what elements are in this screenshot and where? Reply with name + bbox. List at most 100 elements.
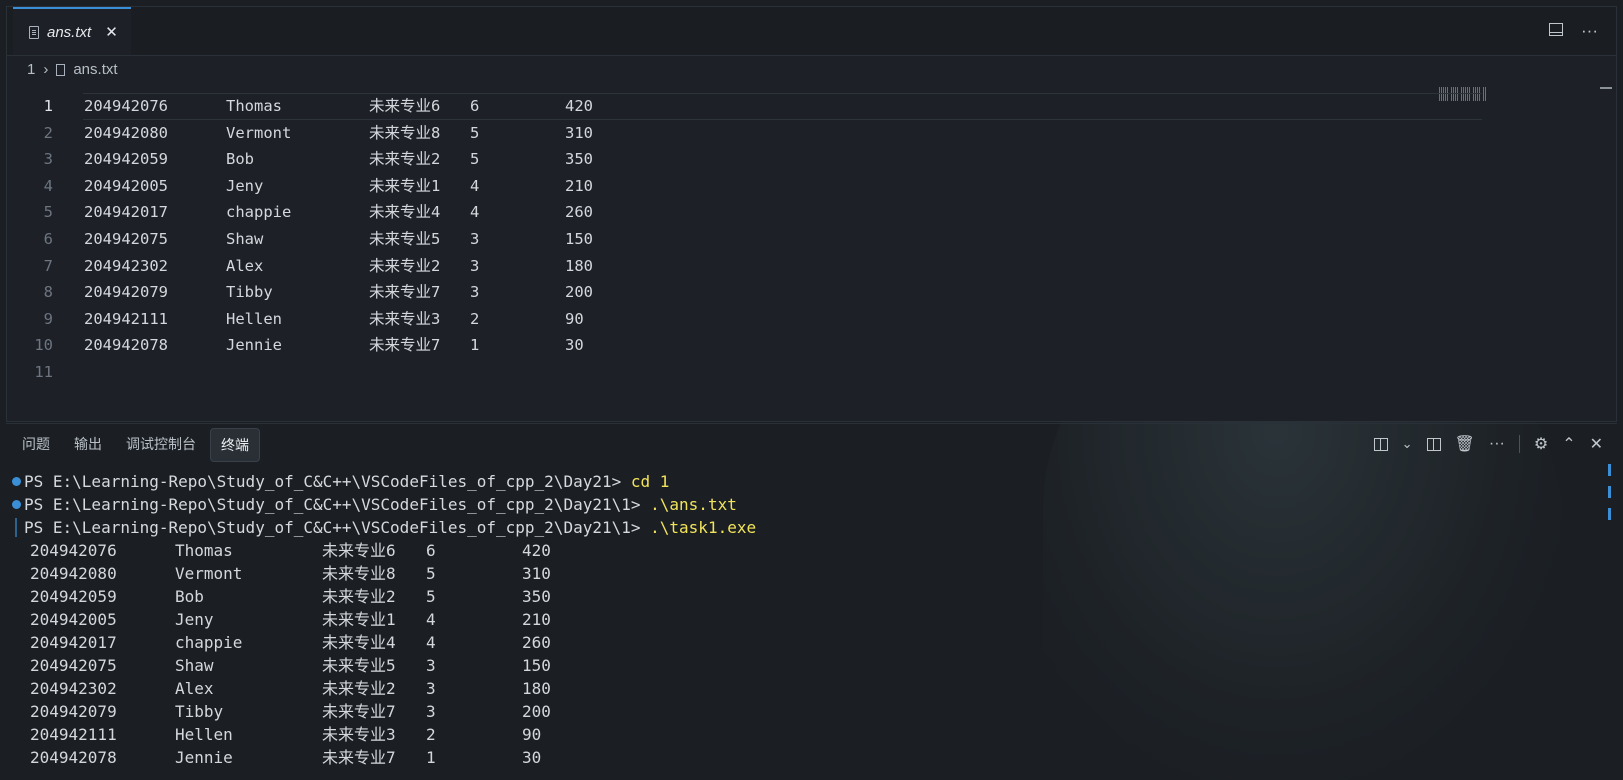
student-name: Bob <box>175 587 204 606</box>
student-name: Hellen <box>175 725 233 744</box>
student-name: Shaw <box>175 656 214 675</box>
terminal-output-line: 204942079 Tibby 未来专业7 3 200 <box>6 700 1617 723</box>
student-name: Jennie <box>175 748 233 767</box>
score-value: 260 <box>522 633 551 652</box>
student-name: Alex <box>175 679 214 698</box>
student-id: 204942080 <box>84 123 168 142</box>
terminal-output-line: 204942075 Shaw 未来专业5 3 150 <box>6 654 1617 677</box>
count-value: 5 <box>470 123 480 142</box>
chevron-down-icon[interactable]: ⌄ <box>1402 436 1413 452</box>
bottom-panel: 问题 输出 调试控制台 终端 ⌄ 🗑 ··· ⚙ ⌃ ✕ PS E:\Learning… <box>6 423 1617 780</box>
student-id: 204942059 <box>84 150 168 169</box>
count-value: 1 <box>470 336 480 355</box>
line-number: 6 <box>43 229 53 248</box>
prompt-path: PS E:\Learning-Repo\Study_of_C&C++\VSCod… <box>24 518 651 537</box>
count-value: 3 <box>470 229 480 248</box>
close-tab-icon[interactable]: ✕ <box>105 23 118 41</box>
maximize-panel-icon[interactable]: ⌃ <box>1562 434 1575 454</box>
score-value: 90 <box>522 725 542 744</box>
student-id: 204942079 <box>84 283 168 302</box>
code-line[interactable]: 1 204942076 Thomas 未来专业6 6 420 <box>7 93 1616 120</box>
panel-tab[interactable]: 问题 <box>12 428 60 462</box>
student-major: 未来专业2 <box>369 150 441 169</box>
student-name: Jeny <box>175 610 214 629</box>
breadcrumb-file[interactable]: ans.txt <box>73 61 117 78</box>
student-id: 204942078 <box>30 748 117 767</box>
trash-icon[interactable]: 🗑 <box>1455 434 1475 454</box>
student-name: chappie <box>226 203 292 222</box>
count-value: 3 <box>426 679 436 698</box>
score-value: 210 <box>522 610 551 629</box>
student-major: 未来专业3 <box>369 309 441 328</box>
code-line[interactable]: 7 204942302 Alex 未来专业2 3 180 <box>7 253 1616 280</box>
split-terminal-icon[interactable] <box>1373 437 1388 451</box>
count-value: 5 <box>470 150 480 169</box>
toggle-panel-icon[interactable] <box>1549 23 1564 36</box>
code-line[interactable]: 10 204942078 Jennie 未来专业7 1 30 <box>7 332 1616 359</box>
line-number: 1 <box>43 97 53 115</box>
terminal-output-line: 204942080 Vermont 未来专业8 5 310 <box>6 562 1617 585</box>
student-id: 204942080 <box>30 564 117 583</box>
scrollbar-marker[interactable] <box>1600 87 1612 89</box>
divider <box>1518 435 1520 453</box>
more-actions-icon[interactable]: ··· <box>1489 435 1505 453</box>
command-text: cd 1 <box>630 472 670 491</box>
file-icon <box>56 63 66 76</box>
settings-sliders-icon[interactable]: ⚙ <box>1534 434 1548 454</box>
code-line[interactable]: 9 204942111 Hellen 未来专业3 2 90 <box>7 306 1616 333</box>
terminal-output[interactable]: PS E:\Learning-Repo\Study_of_C&C++\VSCod… <box>6 470 1617 769</box>
line-number: 8 <box>43 283 53 302</box>
student-name: Vermont <box>175 564 243 583</box>
code-area[interactable]: 1 204942076 Thomas 未来专业6 6 420 2 204942080 Vermo… <box>7 93 1616 386</box>
score-value: 30 <box>522 748 542 767</box>
code-line[interactable]: 11 <box>7 359 1616 386</box>
student-major: 未来专业2 <box>322 587 396 606</box>
terminal-prompt-line: PS E:\Learning-Repo\Study_of_C&C++\VSCod… <box>6 493 1617 516</box>
score-value: 200 <box>565 283 593 302</box>
code-line[interactable]: 2 204942080 Vermont 未来专业8 5 310 <box>7 120 1616 147</box>
student-major: 未来专业2 <box>322 679 396 698</box>
student-major: 未来专业5 <box>322 656 396 675</box>
command-marker-icon <box>15 518 17 537</box>
code-line[interactable]: 3 204942059 Bob 未来专业2 5 350 <box>7 146 1616 173</box>
panel-actions: ⌄ 🗑 ··· ⚙ ⌃ ✕ <box>1373 434 1603 454</box>
code-line[interactable]: 6 204942075 Shaw 未来专业5 3 150 <box>7 226 1616 253</box>
score-value: 310 <box>522 564 551 583</box>
panel-tab[interactable]: 调试控制台 <box>116 428 206 462</box>
student-name: Jennie <box>226 336 282 355</box>
close-panel-icon[interactable]: ✕ <box>1590 434 1603 454</box>
panel-tab[interactable]: 终端 <box>210 428 260 462</box>
terminal-prompt-line: PS E:\Learning-Repo\Study_of_C&C++\VSCod… <box>6 470 1617 493</box>
terminal-output-line: 204942078 Jennie 未来专业7 1 30 <box>6 746 1617 769</box>
count-value: 3 <box>426 656 436 675</box>
editor-tab-bar: ans.txt ✕ ··· <box>7 7 1616 56</box>
line-number: 10 <box>34 336 53 355</box>
code-line[interactable]: 8 204942079 Tibby 未来专业7 3 200 <box>7 279 1616 306</box>
tab-title: ans.txt <box>47 23 92 41</box>
count-value: 4 <box>426 633 436 652</box>
prompt-path: PS E:\Learning-Repo\Study_of_C&C++\VSCod… <box>24 495 651 514</box>
panel-tab[interactable]: 输出 <box>64 428 112 462</box>
student-name: Alex <box>226 256 264 275</box>
line-number: 4 <box>43 176 53 195</box>
code-line[interactable]: 5 204942017 chappie 未来专业4 4 260 <box>7 199 1616 226</box>
line-number: 3 <box>43 150 53 169</box>
command-status-icon[interactable] <box>12 500 21 509</box>
count-value: 5 <box>426 564 436 583</box>
code-line[interactable]: 4 204942005 Jeny 未来专业1 4 210 <box>7 173 1616 200</box>
student-major: 未来专业4 <box>322 633 396 652</box>
tab-ans-txt[interactable]: ans.txt ✕ <box>13 7 131 55</box>
terminal-output-line: 204942302 Alex 未来专业2 3 180 <box>6 677 1617 700</box>
count-value: 3 <box>470 256 480 275</box>
command-status-icon[interactable] <box>12 477 21 486</box>
split-icon[interactable] <box>1426 437 1441 451</box>
breadcrumb-folder[interactable]: 1 <box>27 61 35 78</box>
student-name: Shaw <box>226 229 264 248</box>
terminal-output-line: 204942017 chappie 未来专业4 4 260 <box>6 631 1617 654</box>
student-id: 204942005 <box>84 176 168 195</box>
student-major: 未来专业1 <box>369 176 441 195</box>
more-actions-icon[interactable]: ··· <box>1581 21 1598 41</box>
score-value: 180 <box>565 256 593 275</box>
student-major: 未来专业7 <box>369 336 441 355</box>
score-value: 30 <box>565 336 584 355</box>
